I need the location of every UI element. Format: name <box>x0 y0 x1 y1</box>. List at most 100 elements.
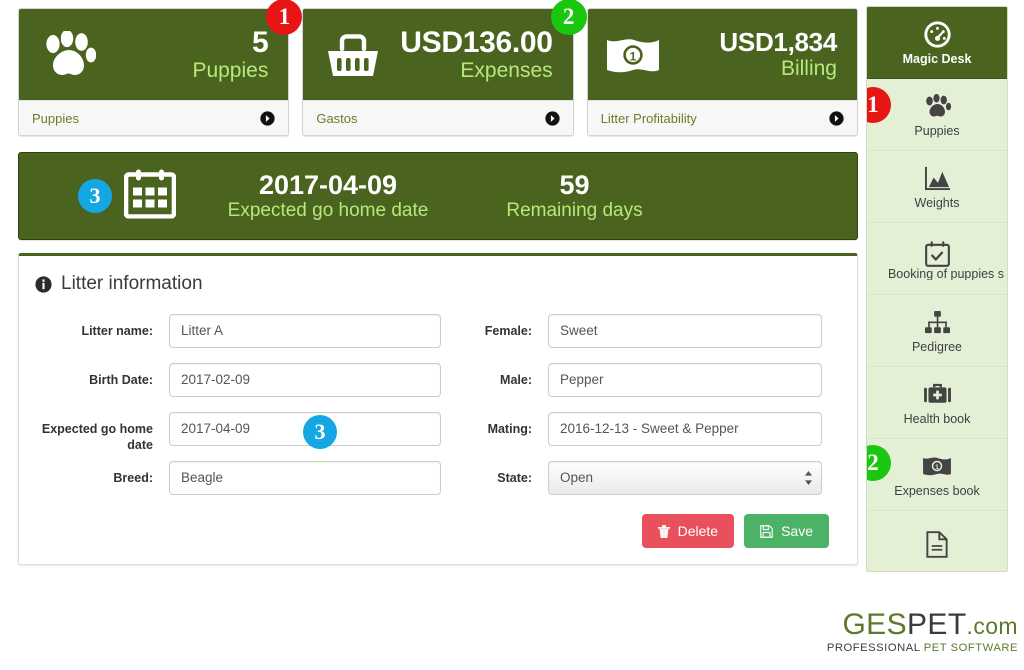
kpi-footer-label: Puppies <box>32 110 79 126</box>
logo-part-pet: PET <box>907 607 967 641</box>
kpi-card-expenses[interactable]: USD136.00 Expenses 2 Gastos <box>302 0 587 136</box>
kpi-card-text: USD136.00 Expenses <box>389 27 556 82</box>
kpi-card-header: 1 USD1,834 Billing <box>587 9 857 100</box>
callout-badge-text: 2 <box>562 4 575 29</box>
form-column-left: Litter name: Litter A Birth Date: 2017-0… <box>19 314 441 510</box>
breed-input[interactable]: Beagle <box>169 461 441 495</box>
sidebar-item-weights[interactable]: Weights <box>867 151 1007 223</box>
calendar-icon <box>123 169 177 224</box>
delete-button[interactable]: Delete <box>641 514 735 548</box>
kpi-card-text: USD1,834 Billing <box>664 29 841 80</box>
logo-tagline-part2: PET SOFTWARE <box>920 641 1018 654</box>
gespet-logo: GESPET.com PROFESSIONAL PET SOFTWARE <box>826 607 1018 654</box>
mating-input[interactable]: 2016-12-13 - Sweet & Pepper <box>548 412 822 446</box>
kpi-footer-label: Gastos <box>316 110 358 126</box>
logo-wordmark: GESPET.com <box>827 607 1018 641</box>
sidebar-label: Pedigree <box>911 340 963 355</box>
birth-date-input[interactable]: 2017-02-09 <box>169 363 441 397</box>
arrow-circle-right-icon <box>829 110 844 126</box>
panel-title: Litter information <box>19 256 857 295</box>
form-row-expected-go-home-date: Expected go home date 2017-04-09 3 <box>19 412 441 461</box>
sidebar-item-magic-desk[interactable]: Magic Desk <box>867 7 1007 79</box>
form-column-right: Female: Sweet Male: Pepper Mating: 2016-… <box>438 314 857 510</box>
kpi-value: 5 <box>251 25 269 59</box>
form-row-birth-date: Birth Date: 2017-02-09 <box>19 363 441 412</box>
sidebar-label: Weights <box>914 196 960 211</box>
callout-badge-1: 1 <box>266 0 303 35</box>
state-select-value: Open <box>560 470 594 485</box>
sitemap-icon <box>924 307 951 337</box>
sidebar-item-puppies[interactable]: 1 Puppies <box>867 79 1007 151</box>
kpi-card-text: 5 Puppies <box>105 27 272 82</box>
calendar-check-icon <box>924 239 950 269</box>
callout-badge-1: 1 <box>867 87 891 123</box>
callout-badge-2: 2 <box>867 445 891 481</box>
litter-form: Litter name: Litter A Birth Date: 2017-0… <box>19 314 857 510</box>
kpi-value: USD136.00 <box>400 25 553 59</box>
form-row-litter-name: Litter name: Litter A <box>19 314 441 363</box>
litter-name-input[interactable]: Litter A <box>169 314 441 348</box>
kpi-card-header: USD136.00 Expenses 2 <box>303 0 587 100</box>
sidebar-item-expenses-book[interactable]: 2 1 Expenses book <box>867 439 1007 511</box>
delete-button-label: Delete <box>677 523 719 539</box>
panel-title-text: Litter information <box>61 273 203 294</box>
kpi-card-footer-link[interactable]: Gastos <box>303 100 573 135</box>
banknote-icon: 1 <box>922 451 952 481</box>
paw-print-icon <box>924 91 951 121</box>
mating-label: Mating: <box>487 422 532 436</box>
sidebar-item-pedigree[interactable]: Pedigree <box>867 295 1007 367</box>
kpi-card-row: 5 Puppies 1 Puppies USD136.00 Expenses 2… <box>18 0 858 136</box>
sidebar-item-booking-of-puppies[interactable]: Booking of puppies s <box>867 223 1007 295</box>
banner-date-section: 3 2017-04-09 Expected go home date <box>19 153 464 239</box>
callout-badge-text: 1 <box>867 92 879 117</box>
sidebar-item-health-book[interactable]: Health book <box>867 367 1007 439</box>
remaining-days-value: 59 <box>559 170 590 201</box>
callout-badge-text: 2 <box>867 450 879 475</box>
remaining-days-label: Remaining days <box>506 199 643 221</box>
medical-kit-icon <box>923 379 951 409</box>
female-input[interactable]: Sweet <box>548 314 822 348</box>
state-select[interactable]: Open <box>548 461 822 495</box>
save-button[interactable]: Save <box>744 514 829 548</box>
kpi-card-footer-link[interactable]: Puppies <box>19 100 289 135</box>
info-circle-icon <box>35 275 52 293</box>
birth-date-label: Birth Date: <box>89 373 153 387</box>
app-root: 5 Puppies 1 Puppies USD136.00 Expenses 2… <box>0 0 1024 670</box>
sidebar-nav: Magic Desk 1 Puppies Weights Booking of … <box>866 6 1008 572</box>
callout-badge-3: 3 <box>78 179 112 213</box>
banner-date-text: 2017-04-09 Expected go home date <box>194 171 462 221</box>
kpi-label: Puppies <box>192 59 269 83</box>
kpi-value: USD1,834 <box>719 27 837 58</box>
callout-badge-text: 3 <box>89 183 101 208</box>
banknote-icon: 1 <box>602 35 664 75</box>
sidebar-label: Booking of puppies s <box>887 267 1005 280</box>
logo-tagline-part1: PROFESSIONAL <box>826 641 921 654</box>
callout-badge-text: 3 <box>314 419 326 444</box>
kpi-card-billing[interactable]: 1 USD1,834 Billing Litter Profitability <box>586 8 858 136</box>
male-label: Male: <box>500 373 532 387</box>
arrow-circle-right-icon <box>260 110 275 126</box>
kpi-card-puppies[interactable]: 5 Puppies 1 Puppies <box>18 0 303 136</box>
svg-text:1: 1 <box>935 464 939 471</box>
sidebar-item-documents[interactable] <box>867 511 1007 571</box>
area-chart-icon <box>924 163 951 193</box>
logo-part-com: .com <box>966 612 1018 639</box>
main-content: 5 Puppies 1 Puppies USD136.00 Expenses 2… <box>0 0 1018 670</box>
state-label: State: <box>497 471 532 485</box>
chevron-updown-icon <box>804 471 813 485</box>
male-input[interactable]: Pepper <box>548 363 822 397</box>
form-row-male: Male: Pepper <box>438 363 857 412</box>
sidebar-label: Puppies <box>914 124 960 139</box>
form-row-breed: Breed: Beagle <box>19 461 441 510</box>
form-action-buttons: Delete Save <box>641 514 829 548</box>
banner-remaining-days: 59 Remaining days <box>464 171 857 221</box>
kpi-card-footer-link[interactable]: Litter Profitability <box>587 100 857 135</box>
logo-tagline: PROFESSIONAL PET SOFTWARE <box>826 641 1018 654</box>
form-row-mating: Mating: 2016-12-13 - Sweet & Pepper <box>438 412 857 461</box>
expected-date-value: 2017-04-09 <box>258 170 398 201</box>
dashboard-gauge-icon <box>923 19 952 49</box>
expected-go-home-banner: 3 2017-04-09 Expected go home date 59 Re… <box>18 152 858 240</box>
save-button-label: Save <box>781 523 813 539</box>
logo-part-ges: GES <box>842 607 907 641</box>
kpi-card-header: 5 Puppies 1 <box>19 0 303 100</box>
